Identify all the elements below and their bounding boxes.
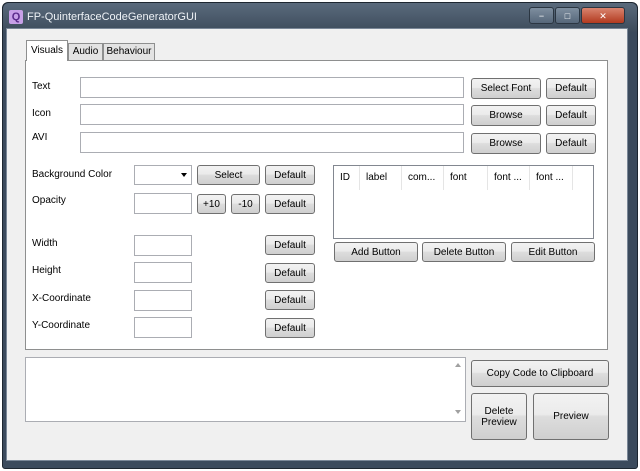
tab-visuals[interactable]: Visuals (26, 40, 68, 61)
preview-button[interactable]: Preview (533, 393, 609, 440)
width-default-button[interactable]: Default (265, 235, 315, 255)
avi-browse-button[interactable]: Browse (471, 133, 541, 154)
opacity-plus10-button[interactable]: +10 (197, 194, 226, 214)
copy-code-button[interactable]: Copy Code to Clipboard (471, 360, 609, 387)
x-default-button[interactable]: Default (265, 290, 315, 310)
window-title: FP-QuinterfaceCodeGeneratorGUI (27, 11, 197, 23)
y-default-button[interactable]: Default (265, 318, 315, 338)
text-input[interactable] (80, 77, 464, 98)
icon-label: Icon (32, 108, 51, 119)
scroll-up-arrow-icon[interactable] (455, 363, 461, 367)
width-input[interactable] (134, 235, 192, 256)
column-header-font[interactable]: font (444, 166, 488, 190)
avi-default-button[interactable]: Default (546, 133, 596, 154)
close-button[interactable]: ✕ (581, 7, 625, 24)
text-default-button[interactable]: Default (546, 78, 596, 99)
icon-browse-button[interactable]: Browse (471, 105, 541, 126)
text-label: Text (32, 81, 51, 92)
avi-label: AVI (32, 132, 48, 143)
opacity-minus10-button[interactable]: -10 (231, 194, 260, 214)
chevron-down-icon (181, 173, 187, 177)
avi-path-input[interactable] (80, 132, 464, 153)
icon-default-button[interactable]: Default (546, 105, 596, 126)
tab-audio[interactable]: Audio (68, 43, 103, 60)
tab-behaviour[interactable]: Behaviour (103, 43, 155, 60)
column-header-command[interactable]: com... (402, 166, 444, 190)
add-button-button[interactable]: Add Button (334, 242, 418, 262)
y-coordinate-input[interactable] (134, 317, 192, 338)
select-color-button[interactable]: Select (197, 165, 260, 185)
color-default-button[interactable]: Default (265, 165, 315, 185)
delete-preview-button[interactable]: Delete Preview (471, 393, 527, 440)
delete-button-button[interactable]: Delete Button (422, 242, 506, 262)
minimize-button[interactable]: − (529, 7, 554, 24)
opacity-label: Opacity (32, 195, 66, 206)
column-header-font-2[interactable]: font ... (488, 166, 530, 190)
scroll-down-arrow-icon[interactable] (455, 410, 461, 414)
column-header-label[interactable]: label (360, 166, 402, 190)
background-color-select[interactable] (134, 165, 192, 185)
y-coordinate-label: Y-Coordinate (32, 320, 91, 331)
buttons-list[interactable]: ID label com... font font ... font ... (333, 165, 594, 239)
opacity-default-button[interactable]: Default (265, 194, 315, 214)
icon-path-input[interactable] (80, 104, 464, 125)
column-header-id[interactable]: ID (334, 166, 360, 190)
opacity-input[interactable] (134, 193, 192, 214)
height-input[interactable] (134, 262, 192, 283)
edit-button-button[interactable]: Edit Button (511, 242, 595, 262)
x-coordinate-input[interactable] (134, 290, 192, 311)
background-color-label: Background Color (32, 169, 113, 180)
width-label: Width (32, 238, 58, 249)
select-font-button[interactable]: Select Font (471, 78, 541, 99)
maximize-button[interactable]: □ (555, 7, 580, 24)
column-header-font-3[interactable]: font ... (530, 166, 573, 190)
height-default-button[interactable]: Default (265, 263, 315, 283)
generated-code-textarea[interactable] (25, 357, 466, 422)
app-icon: Q (9, 10, 23, 24)
buttons-list-header: ID label com... font font ... font ... (334, 166, 593, 190)
x-coordinate-label: X-Coordinate (32, 293, 91, 304)
height-label: Height (32, 265, 61, 276)
